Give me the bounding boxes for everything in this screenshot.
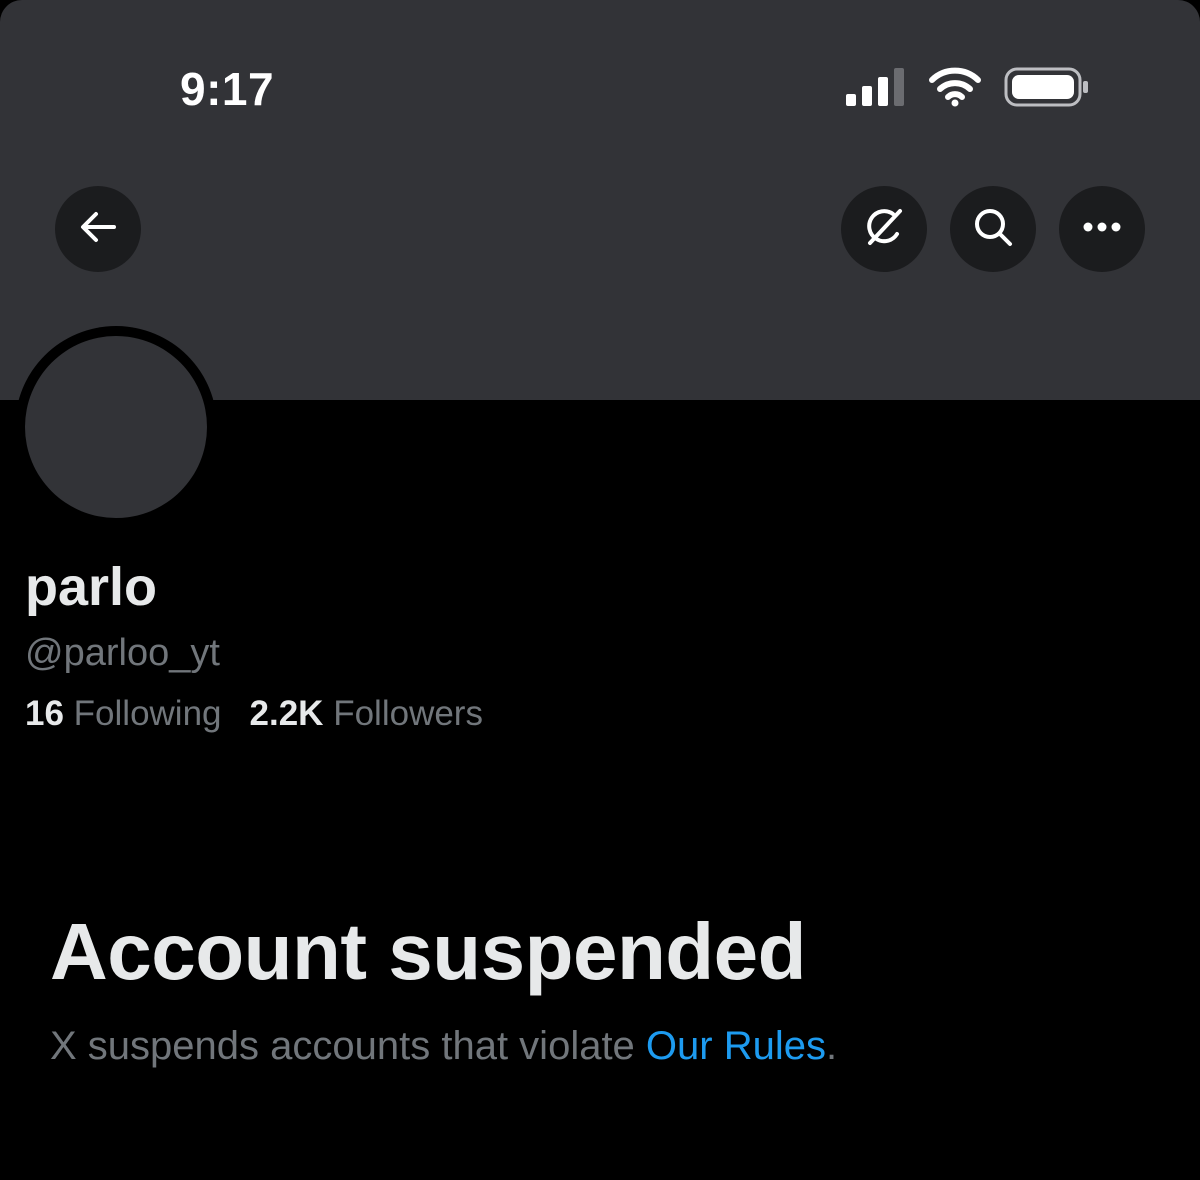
grok-button[interactable] [841, 186, 927, 272]
status-time: 9:17 [180, 63, 275, 115]
followers-label: Followers [333, 694, 483, 733]
suspended-description: X suspends accounts that violate Our Rul… [50, 1024, 837, 1069]
display-name: parlo [25, 557, 158, 617]
following-stat[interactable]: 16 Following [25, 694, 222, 734]
follow-stats: 16 Following 2.2K Followers [25, 694, 483, 734]
followers-count: 2.2K [249, 694, 324, 733]
more-options-button[interactable] [1059, 186, 1145, 272]
suspended-description-text: X suspends accounts that violate [50, 1024, 646, 1068]
search-icon [972, 206, 1014, 253]
avatar[interactable] [25, 336, 207, 518]
wifi-icon [928, 67, 982, 112]
profile-banner: 9:17 [0, 0, 1200, 400]
search-button[interactable] [950, 186, 1036, 272]
cellular-signal-icon [846, 67, 906, 112]
battery-icon [1004, 66, 1092, 113]
suspended-title: Account suspended [50, 907, 807, 996]
grok-icon [862, 205, 906, 254]
user-handle: @parloo_yt [25, 632, 220, 674]
following-label: Following [73, 694, 222, 733]
more-icon [1082, 220, 1122, 238]
following-count: 16 [25, 694, 64, 733]
back-arrow-icon [78, 207, 118, 252]
followers-stat[interactable]: 2.2K Followers [250, 694, 483, 734]
our-rules-link[interactable]: Our Rules [646, 1024, 826, 1068]
status-icons [846, 66, 1092, 113]
back-button[interactable] [55, 186, 141, 272]
suspended-description-period: . [825, 1024, 838, 1068]
